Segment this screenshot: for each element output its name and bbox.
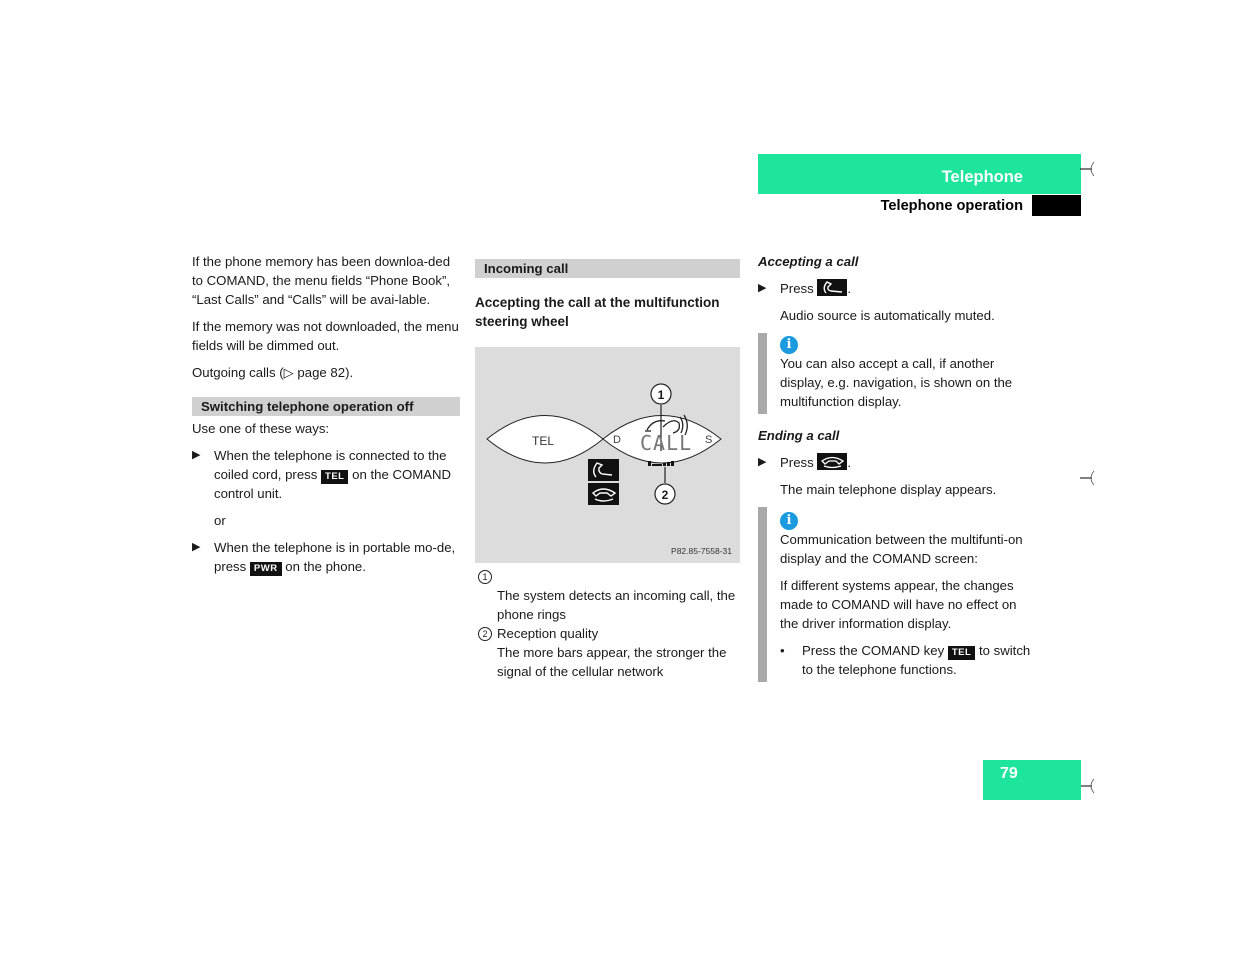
call-display-text: CALL [640,431,693,455]
chapter-tab: Telephone [758,154,1081,194]
legend-number-2: 2 [478,627,492,641]
info-text-communication: Communication between the multifunti-on … [780,532,1023,566]
info-text-accept: You can also accept a call, if another d… [780,356,1013,409]
bullet-triangle-icon: ▶ [758,282,767,294]
figure-legend: 1 The system detects an incoming call, t… [475,567,740,681]
accept-call-key-icon [817,279,848,296]
section-heading-incoming-call: Incoming call [475,259,740,278]
dimmed-paragraph: If the memory was not downloaded, the me… [192,319,459,353]
subheading-steering-wheel: Accepting the call at the multifunction … [475,295,720,329]
column-middle: Incoming call Accepting the call at the … [475,259,740,681]
outgoing-calls-reference[interactable]: Outgoing calls (▷ page 82). [192,363,460,382]
section-marker [1032,195,1081,216]
page-number: 79 [1000,765,1018,782]
bullet-triangle-icon: ▶ [758,456,767,468]
display-letter-d: D [613,434,621,446]
bullet-dot-icon: • [780,643,785,658]
tel-key: TEL [321,470,349,484]
legend-number-1: 1 [478,570,492,584]
info-bullet-tel: • Press the COMAND key TEL to switch to … [780,643,1031,677]
callout-number-1: 1 [657,388,665,402]
crop-mark-icon [1080,777,1098,795]
column-left: If the phone memory has been downloa-ded… [192,252,460,584]
chapter-title: Telephone [941,168,1023,186]
bullet-triangle-icon: ▶ [192,541,201,553]
crop-mark-icon [1080,160,1098,178]
info-icon: i [780,512,798,530]
pwr-key: PWR [249,562,282,576]
display-letter-s: S [705,434,713,446]
page-number-tab: 79 [983,760,1081,800]
callout-number-2: 2 [661,488,669,502]
multifunction-display-figure: TEL D S CALL 1 2 P82.85-7558-31 [475,347,740,563]
section-title: Telephone operation [880,198,1023,214]
accept-call-key [588,459,619,481]
or-text: or [214,513,226,528]
heading-accepting-call: Accepting a call [758,254,859,269]
info-text-systems: If different systems appear, the changes… [780,578,1017,631]
legend-item-1: 1 The system detects an incoming call, t… [475,567,740,624]
crop-mark-icon [1080,469,1098,487]
display-illustration [486,383,722,505]
column-right: Accepting a call ▶ Press . Audio source … [758,252,1038,682]
info-box-communication: i Communication between the multifunti-o… [758,507,1038,682]
end-call-key-icon [817,453,848,470]
info-box-accept: i You can also accept a call, if another… [758,333,1038,414]
audio-muted-note: Audio source is automatically muted. [780,308,995,323]
step-coiled-cord: ▶ When the telephone is connected to the… [192,448,452,501]
step-portable-mode: ▶ When the telephone is in portable mo-d… [192,540,456,576]
legend-item-2: 2 Reception quality The more bars appear… [475,624,740,681]
info-rail [758,333,767,414]
use-ways-text: Use one of these ways: [192,421,330,436]
section-heading-switch-off: Switching telephone operation off [192,397,460,416]
tel-label: TEL [532,434,555,448]
main-display-note: The main telephone display appears. [780,482,997,497]
step-accept-call: ▶ Press . [758,279,852,296]
bullet-triangle-icon: ▶ [192,449,201,461]
figure-code: P82.85-7558-31 [671,546,732,556]
intro-paragraph: If the phone memory has been downloa-ded… [192,254,451,307]
step-end-call: ▶ Press . [758,453,852,470]
heading-ending-call: Ending a call [758,428,840,443]
tel-key: TEL [947,646,976,660]
info-icon: i [780,336,798,354]
info-rail [758,507,767,682]
